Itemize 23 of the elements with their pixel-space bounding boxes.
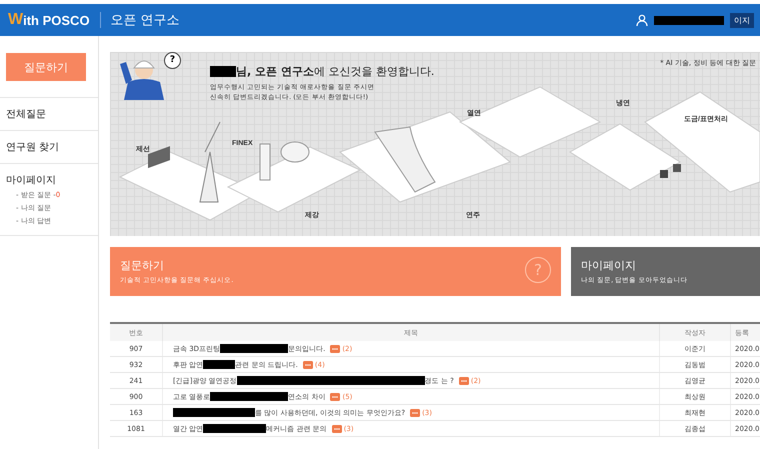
card-title: 마이페이지: [581, 258, 636, 273]
redacted-block: [654, 16, 724, 24]
question-bubble-icon: ?: [525, 257, 551, 283]
comment-icon: [458, 376, 469, 384]
comment-icon: [330, 392, 340, 400]
sidebar-menu-item[interactable]: 연구원 찾기: [6, 140, 92, 154]
comment-icon: [332, 424, 342, 432]
sidebar-menu-item[interactable]: 마이페이지: [6, 173, 92, 187]
comment-icon: [330, 344, 340, 352]
welcome-message: 님, 오픈 연구소에 오신것을 환영합니다.: [236, 64, 434, 79]
mypage-button[interactable]: 이지: [730, 12, 754, 28]
sidebar-menu-item[interactable]: 전체질문: [6, 107, 92, 121]
logo[interactable]: With POSCO: [8, 11, 90, 29]
speech-bubble: ?: [164, 52, 181, 69]
comment-icon: [302, 360, 313, 368]
redacted-block: [210, 66, 236, 77]
card-title: 질문하기: [120, 258, 164, 273]
site-title: 오픈 연구소: [110, 12, 180, 29]
user-icon[interactable]: [636, 14, 648, 26]
comment-icon: [410, 408, 420, 416]
redacted-block: [203, 360, 236, 369]
redacted-block: [203, 424, 266, 433]
redacted-block: [220, 344, 288, 353]
